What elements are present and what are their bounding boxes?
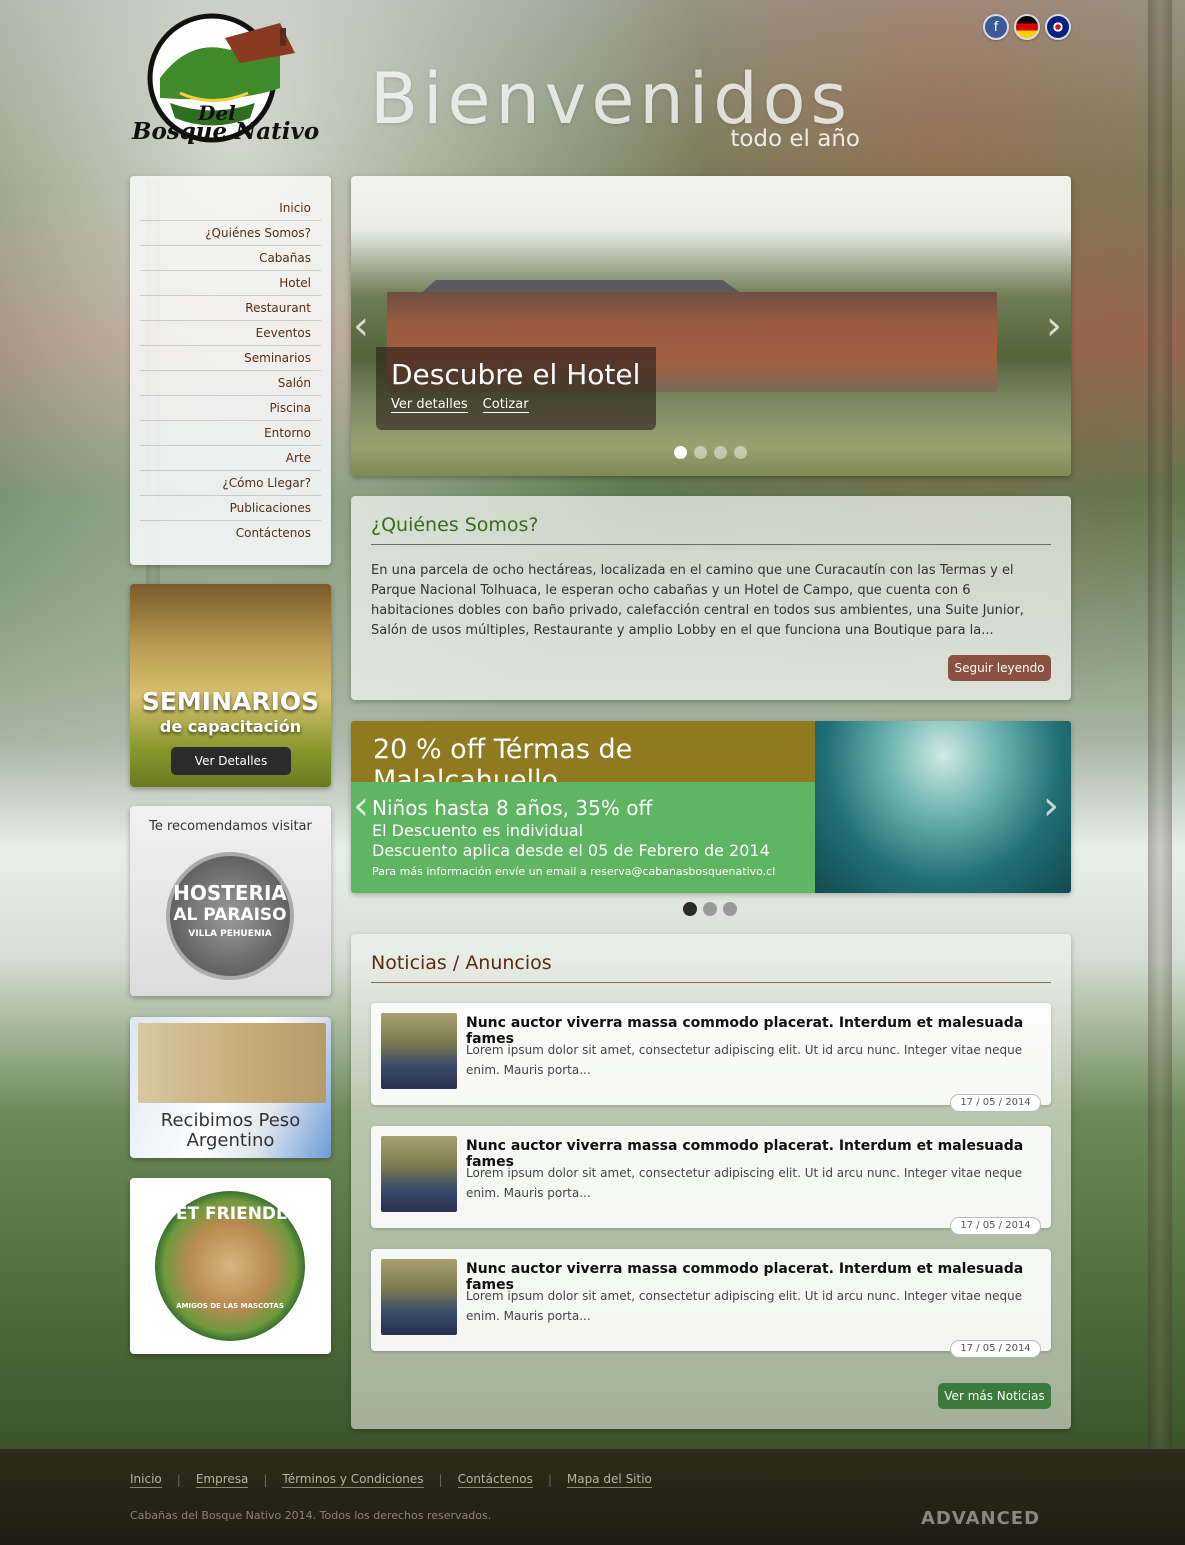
- news-thumbnail[interactable]: [381, 1013, 457, 1089]
- news-item-date: 17 / 05 / 2014: [950, 1217, 1041, 1235]
- promo-dot[interactable]: [683, 902, 697, 916]
- footer-links: Inicio | Empresa | Términos y Condicione…: [130, 1472, 652, 1488]
- recommendation-box: Te recomendamos visitar HOSTERIA AL PARA…: [130, 806, 331, 996]
- slider-prev-icon[interactable]: ‹: [353, 303, 369, 349]
- about-section: ¿Quiénes Somos? En una parcela de ocho h…: [351, 496, 1071, 700]
- slider-caption-links: Ver detalles Cotizar: [391, 397, 529, 413]
- slider-dot[interactable]: [714, 446, 727, 459]
- about-text: En una parcela de ocho hectáreas, locali…: [371, 563, 1024, 638]
- footer-separator: |: [176, 1473, 181, 1487]
- recommendation-title: Te recomendamos visitar: [149, 819, 312, 834]
- pet-friendly-title: PET FRIENDLY: [163, 1204, 297, 1224]
- seminarios-subtitle: de capacitación: [159, 717, 302, 736]
- advanced-logo[interactable]: ADVANCED: [921, 1508, 1040, 1529]
- slider-dot[interactable]: [734, 446, 747, 459]
- promo-header: 20 % off Térmas de Malalcahuello: [351, 721, 815, 796]
- nav-item-cabanas[interactable]: Cabañas: [140, 246, 321, 271]
- peso-line2: Argentino: [186, 1130, 275, 1151]
- nav-item-entorno[interactable]: Entorno: [140, 421, 321, 446]
- social-links: f: [983, 14, 1071, 40]
- footer-link-inicio[interactable]: Inicio: [130, 1472, 162, 1488]
- slider-next-icon[interactable]: ›: [1046, 303, 1062, 349]
- seminarios-title: SEMINARIOS: [141, 687, 320, 716]
- more-news-button[interactable]: Ver más Noticias: [938, 1383, 1051, 1409]
- promo-line3: Descuento aplica desde el 05 de Febrero …: [372, 841, 770, 860]
- footer-separator: |: [547, 1473, 552, 1487]
- promo-line2: El Descuento es individual: [372, 821, 584, 840]
- about-title: ¿Quiénes Somos?: [371, 514, 1051, 545]
- hosteria-badge-line1: HOSTERIA: [173, 881, 287, 905]
- news-item-date: 17 / 05 / 2014: [950, 1340, 1041, 1358]
- nav-item-seminarios[interactable]: Seminarios: [140, 346, 321, 371]
- facebook-icon[interactable]: f: [983, 14, 1009, 40]
- hosteria-badge-line2: AL PARAISO: [173, 905, 287, 925]
- sidebar-nav: Inicio ¿Quiénes Somos? Cabañas Hotel Res…: [130, 176, 331, 565]
- peso-text: Recibimos Peso Argentino: [130, 1111, 331, 1151]
- germany-flag-icon[interactable]: [1014, 14, 1040, 40]
- nav-item-eventos[interactable]: Eeventos: [140, 321, 321, 346]
- slider-dots: [674, 446, 747, 459]
- read-more-button[interactable]: Seguir leyendo: [948, 655, 1051, 681]
- promo-dot[interactable]: [723, 902, 737, 916]
- news-title: Noticias / Anuncios: [371, 952, 1051, 983]
- promo-line1: Niños hasta 8 años, 35% off: [372, 796, 653, 820]
- seminarios-banner[interactable]: SEMINARIOS de capacitación Ver Detalles: [130, 584, 331, 787]
- promo-next-icon[interactable]: ›: [1043, 783, 1059, 829]
- nav-item-hotel[interactable]: Hotel: [140, 271, 321, 296]
- slider-dot[interactable]: [674, 446, 687, 459]
- footer-link-terminos[interactable]: Términos y Condiciones: [282, 1472, 424, 1488]
- news-section: Noticias / Anuncios Nunc auctor viverra …: [351, 934, 1071, 1429]
- news-thumbnail[interactable]: [381, 1136, 457, 1212]
- footer-separator: |: [438, 1473, 443, 1487]
- news-item-date: 17 / 05 / 2014: [950, 1094, 1041, 1112]
- logo-text-line2: Bosque Nativo: [132, 118, 320, 145]
- footer-link-contactenos[interactable]: Contáctenos: [457, 1472, 533, 1488]
- promo-line4: Para más información envíe un email a re…: [372, 865, 776, 878]
- promo-banner: 20 % off Térmas de Malalcahuello Niños h…: [351, 721, 1071, 893]
- promo-prev-icon[interactable]: ‹: [353, 783, 369, 829]
- news-item-text: Lorem ipsum dolor sit amet, consectetur …: [466, 1166, 1023, 1200]
- peso-line1: Recibimos Peso: [160, 1110, 301, 1131]
- peso-argentino-banner: Recibimos Peso Argentino: [130, 1017, 331, 1158]
- promo-dot[interactable]: [703, 902, 717, 916]
- slider-dot[interactable]: [694, 446, 707, 459]
- nav-item-inicio[interactable]: Inicio: [140, 196, 321, 221]
- news-item[interactable]: Nunc auctor viverra massa commodo placer…: [371, 1126, 1051, 1235]
- footer-copyright: Cabañas del Bosque Nativo 2014. Todos lo…: [130, 1509, 492, 1522]
- nav-item-publicaciones[interactable]: Publicaciones: [140, 496, 321, 521]
- news-item[interactable]: Nunc auctor viverra massa commodo placer…: [371, 1249, 1051, 1358]
- background-tree-trunk: [1148, 0, 1172, 1449]
- uk-flag-icon[interactable]: [1045, 14, 1071, 40]
- welcome-subheading: todo el año: [730, 126, 860, 152]
- pet-friendly-badge: PET FRIENDLY AMIGOS DE LAS MASCOTAS: [130, 1178, 331, 1354]
- nav-item-quienes-somos[interactable]: ¿Quiénes Somos?: [140, 221, 321, 246]
- logo[interactable]: Del Bosque Nativo: [130, 8, 330, 154]
- news-item-text: Lorem ipsum dolor sit amet, consectetur …: [466, 1043, 1023, 1077]
- footer-link-mapa[interactable]: Mapa del Sitio: [566, 1472, 652, 1488]
- slider-details-link[interactable]: Ver detalles: [391, 397, 468, 413]
- nav-item-arte[interactable]: Arte: [140, 446, 321, 471]
- pet-friendly-subtitle: AMIGOS DE LAS MASCOTAS: [176, 1302, 284, 1310]
- hosteria-badge-line3: VILLA PEHUENIA: [188, 929, 272, 939]
- nav-item-salon[interactable]: Salón: [140, 371, 321, 396]
- seminarios-details-button[interactable]: Ver Detalles: [171, 747, 291, 775]
- news-item-text: Lorem ipsum dolor sit amet, consectetur …: [466, 1289, 1023, 1323]
- nav-item-piscina[interactable]: Piscina: [140, 396, 321, 421]
- hero-slider: Descubre el Hotel Ver detalles Cotizar ‹…: [351, 176, 1071, 476]
- news-thumbnail[interactable]: [381, 1259, 457, 1335]
- news-item[interactable]: Nunc auctor viverra massa commodo placer…: [371, 1003, 1051, 1112]
- footer-separator: |: [263, 1473, 268, 1487]
- slider-quote-link[interactable]: Cotizar: [482, 397, 529, 413]
- thermal-pool-image: [815, 721, 1071, 893]
- footer-link-empresa[interactable]: Empresa: [195, 1472, 249, 1488]
- nav-item-como-llegar[interactable]: ¿Cómo Llegar?: [140, 471, 321, 496]
- slider-caption-title: Descubre el Hotel: [391, 358, 641, 391]
- footer: Inicio | Empresa | Términos y Condicione…: [0, 1449, 1185, 1545]
- promo-dots: [683, 902, 737, 916]
- banknote-image: [138, 1023, 326, 1103]
- nav-item-restaurant[interactable]: Restaurant: [140, 296, 321, 321]
- nav-item-contactenos[interactable]: Contáctenos: [140, 521, 321, 546]
